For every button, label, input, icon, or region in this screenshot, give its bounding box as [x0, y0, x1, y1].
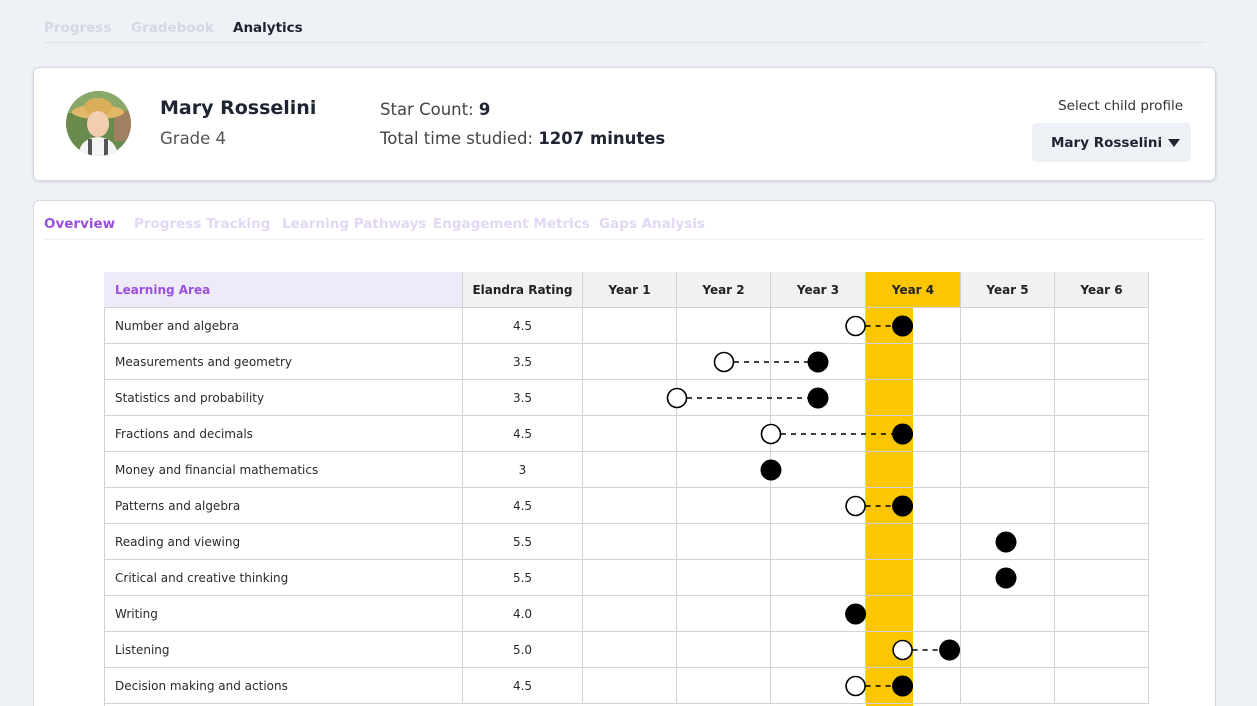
progress-plot	[666, 315, 1017, 697]
current-level-marker	[892, 423, 914, 445]
analytics-card: Overview Progress Tracking Learning Path…	[33, 200, 1216, 706]
sub-tabs: Overview Progress Tracking Learning Path…	[44, 215, 1204, 240]
start-level-marker	[845, 315, 866, 337]
start-level-marker	[760, 423, 782, 445]
tab-analytics[interactable]: Analytics	[233, 20, 303, 36]
current-level-marker	[995, 567, 1017, 589]
tab-gaps-analysis[interactable]: Gaps Analysis	[599, 216, 705, 232]
current-level-marker	[760, 459, 782, 481]
star-count-label: Star Count:	[380, 100, 474, 119]
current-level-marker	[892, 315, 914, 337]
avatar	[66, 91, 131, 156]
tab-engagement-metrics[interactable]: Engagement Metrics	[433, 216, 590, 232]
child-name: Mary Rosselini	[160, 97, 317, 119]
start-level-marker	[845, 495, 866, 517]
start-level-marker	[845, 675, 866, 697]
selected-child: Mary Rosselini	[1051, 135, 1163, 151]
start-level-marker	[892, 639, 913, 661]
current-level-marker	[845, 603, 867, 625]
profile-card: Mary Rosselini Grade 4 Star Count: 9 Tot…	[33, 67, 1216, 181]
current-level-marker	[892, 675, 914, 697]
start-level-marker	[713, 351, 735, 373]
total-time-value: 1207 minutes	[538, 129, 666, 148]
tab-progress-tracking[interactable]: Progress Tracking	[134, 216, 270, 232]
total-time-label: Total time studied:	[380, 129, 534, 148]
tab-gradebook[interactable]: Gradebook	[131, 20, 214, 36]
select-child-label: Select child profile	[1058, 98, 1183, 114]
total-time: Total time studied: 1207 minutes	[380, 129, 665, 148]
tab-learning-pathways[interactable]: Learning Pathways	[282, 216, 426, 232]
caret-down-icon	[1168, 139, 1180, 147]
current-level-marker	[939, 639, 961, 661]
tab-progress[interactable]: Progress	[44, 20, 111, 36]
start-level-marker	[666, 387, 688, 409]
star-count: Star Count: 9	[380, 100, 490, 119]
current-level-marker	[807, 387, 829, 409]
current-level-marker	[807, 351, 829, 373]
tab-overview[interactable]: Overview	[44, 216, 115, 232]
child-profile-select[interactable]: Mary Rosselini	[1032, 123, 1191, 162]
current-level-marker	[995, 531, 1017, 553]
star-count-value: 9	[478, 100, 491, 119]
top-tabs: Progress Gradebook Analytics	[44, 18, 1205, 43]
learning-area-table: Learning Area Elandra Rating Year 1 Year 2Y…	[104, 272, 1149, 706]
child-grade: Grade 4	[160, 129, 227, 148]
current-level-marker	[892, 495, 914, 517]
